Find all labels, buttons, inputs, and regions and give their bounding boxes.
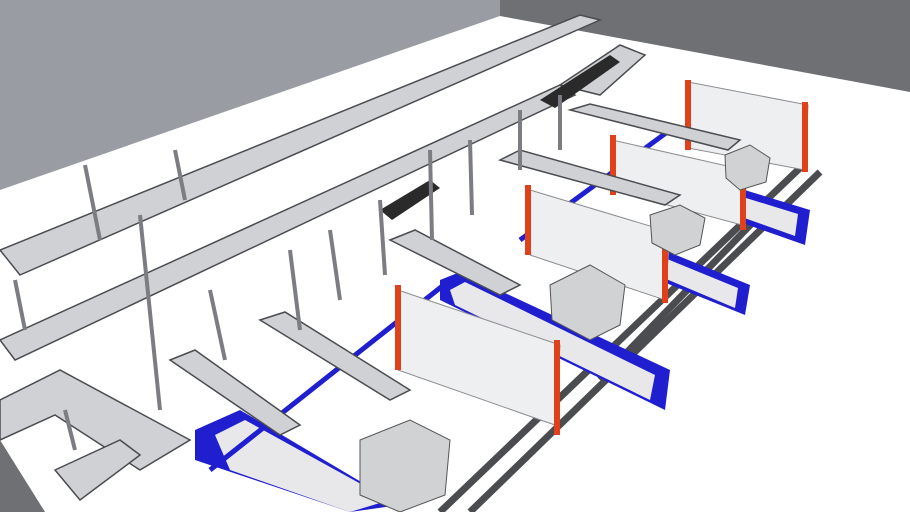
bottom-left-wall [0,440,45,512]
right-wall [500,0,910,92]
scene-canvas [0,0,910,512]
conveyor-3d-scene [0,0,910,512]
branch-conveyor [258,311,412,401]
machine [359,419,451,512]
floor-conveyor [53,439,142,502]
